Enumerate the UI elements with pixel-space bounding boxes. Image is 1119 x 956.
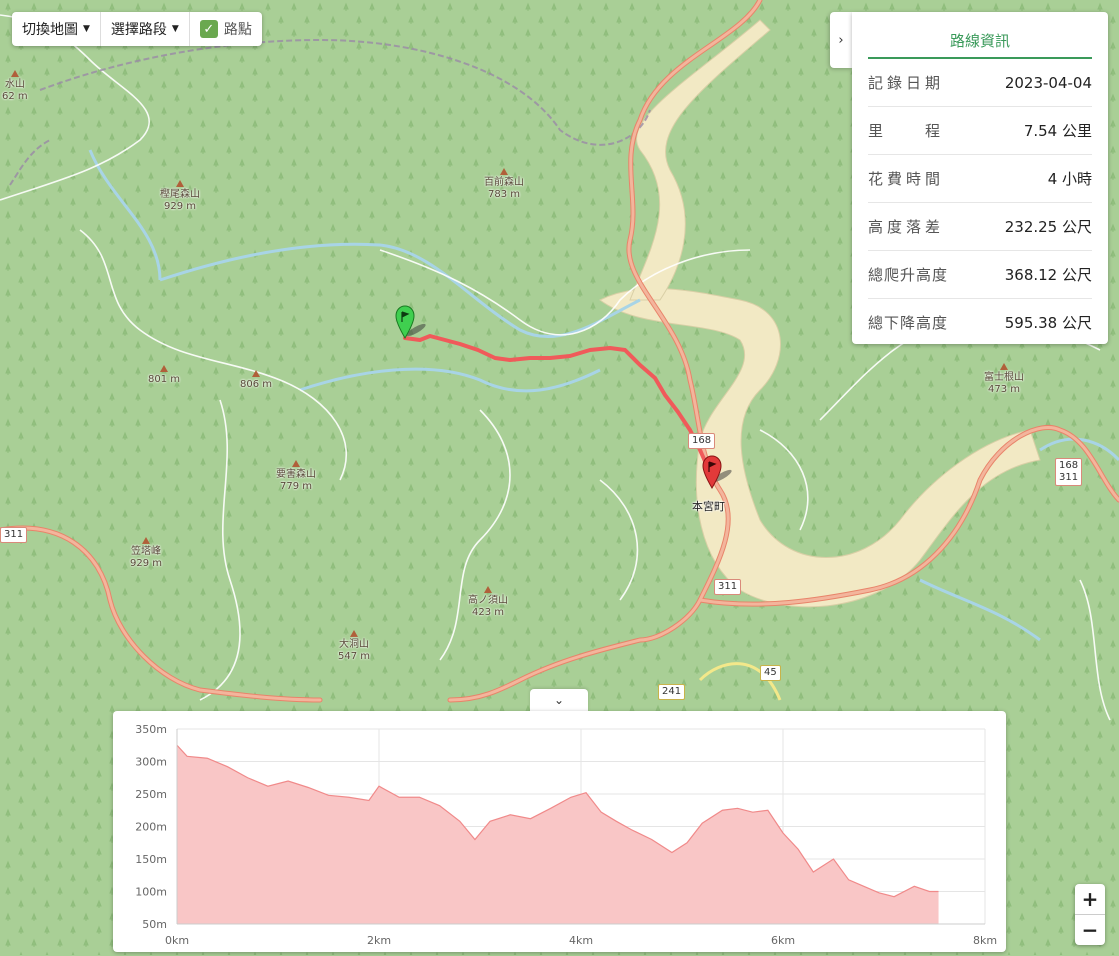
info-value: 368.12 公尺 (1004, 266, 1092, 284)
info-row-descent: 總下降高度 595.38 公尺 (868, 299, 1092, 346)
road-shield: 311 (0, 527, 28, 543)
x-tick-label: 2km (367, 934, 391, 947)
info-key: 總下降高度 (868, 314, 949, 332)
info-key: 里 程 (868, 122, 945, 140)
elevation-area (177, 745, 939, 924)
y-tick-label: 100m (135, 886, 167, 899)
y-tick-label: 150m (135, 853, 167, 866)
peak-label: 801 m (148, 365, 180, 386)
info-value: 232.25 公尺 (1004, 218, 1092, 236)
route-info-panel: 路線資訊 記錄日期 2023-04-04 里 程 7.54 公里 花費時間 4 … (852, 12, 1108, 344)
switch-map-label: 切換地圖 (22, 22, 78, 38)
info-key: 總爬升高度 (868, 266, 949, 284)
road-shield: 311 (714, 579, 742, 595)
elevation-collapse-button[interactable]: ⌄ (530, 689, 588, 711)
switch-map-dropdown[interactable]: 切換地圖 ▼ (12, 12, 101, 46)
peak-label: 要害森山 779 m (276, 460, 316, 493)
x-tick-label: 0km (165, 934, 189, 947)
route-info-title: 路線資訊 (868, 30, 1092, 59)
y-tick-label: 250m (135, 788, 167, 801)
zoom-out-button[interactable]: − (1075, 915, 1105, 945)
peak-label: 百前森山 783 m (484, 168, 524, 201)
y-tick-label: 200m (135, 821, 167, 834)
map-controls: 切換地圖 ▼ 選擇路段 ▼ ✓ 路點 (12, 12, 262, 46)
info-key: 記錄日期 (868, 74, 945, 92)
town-label: 本宮町 (692, 500, 725, 513)
zoom-in-button[interactable]: + (1075, 884, 1105, 915)
road-shield: 168 311 (1055, 458, 1083, 486)
road-shield: 45 (760, 665, 781, 681)
y-tick-label: 300m (135, 756, 167, 769)
road-shield: 241 (658, 684, 686, 700)
info-value: 7.54 公里 (1023, 122, 1092, 140)
peak-label: 樫尾森山 929 m (160, 180, 200, 213)
info-row-ascent: 總爬升高度 368.12 公尺 (868, 251, 1092, 299)
info-key: 花費時間 (868, 170, 945, 188)
checkbox-checked-icon[interactable]: ✓ (199, 20, 218, 38)
peak-label: 笠塔峰 929 m (130, 537, 162, 570)
elevation-chart[interactable]: 350m 300m 250m 200m 150m 100m 50m 0km 2km 4km 6km 8… (113, 711, 1006, 952)
zoom-control: + − (1075, 884, 1105, 945)
peak-label: 806 m (240, 370, 272, 391)
chevron-down-icon: ▼ (171, 24, 179, 34)
peak-label: 高ノ須山 423 m (468, 586, 508, 619)
y-tick-label: 350m (135, 723, 167, 736)
info-value: 2023-04-04 (1004, 73, 1092, 92)
elevation-profile: 350m 300m 250m 200m 150m 100m 50m 0km 2km 4km 6km 8… (113, 711, 1006, 952)
y-tick-label: 50m (142, 918, 167, 931)
info-row-elevation-diff: 高度落差 232.25 公尺 (868, 203, 1092, 251)
info-value: 4 小時 (1047, 170, 1092, 188)
chevron-right-icon: › (838, 32, 844, 48)
info-row-duration: 花費時間 4 小時 (868, 155, 1092, 203)
select-segment-label: 選擇路段 (110, 22, 167, 38)
waypoints-label: 路點 (223, 22, 252, 38)
info-key: 高度落差 (868, 218, 945, 236)
peak-label: 富士根山 473 m (984, 363, 1024, 396)
info-panel-collapse-button[interactable]: › (830, 12, 852, 68)
chevron-down-icon: ⌄ (553, 693, 565, 707)
x-tick-label: 8km (973, 934, 997, 947)
peak-label: 大洞山 547 m (338, 630, 370, 663)
x-tick-label: 6km (771, 934, 795, 947)
peak-label: 水山 62 m (2, 70, 28, 103)
info-row-date: 記錄日期 2023-04-04 (868, 59, 1092, 107)
chevron-down-icon: ▼ (83, 24, 90, 34)
x-tick-label: 4km (569, 934, 593, 947)
info-value: 595.38 公尺 (1004, 314, 1092, 332)
info-row-distance: 里 程 7.54 公里 (868, 107, 1092, 155)
road-shield: 168 (688, 433, 716, 449)
waypoints-toggle[interactable]: ✓ 路點 (190, 12, 262, 46)
select-segment-dropdown[interactable]: 選擇路段 ▼ (101, 12, 190, 46)
